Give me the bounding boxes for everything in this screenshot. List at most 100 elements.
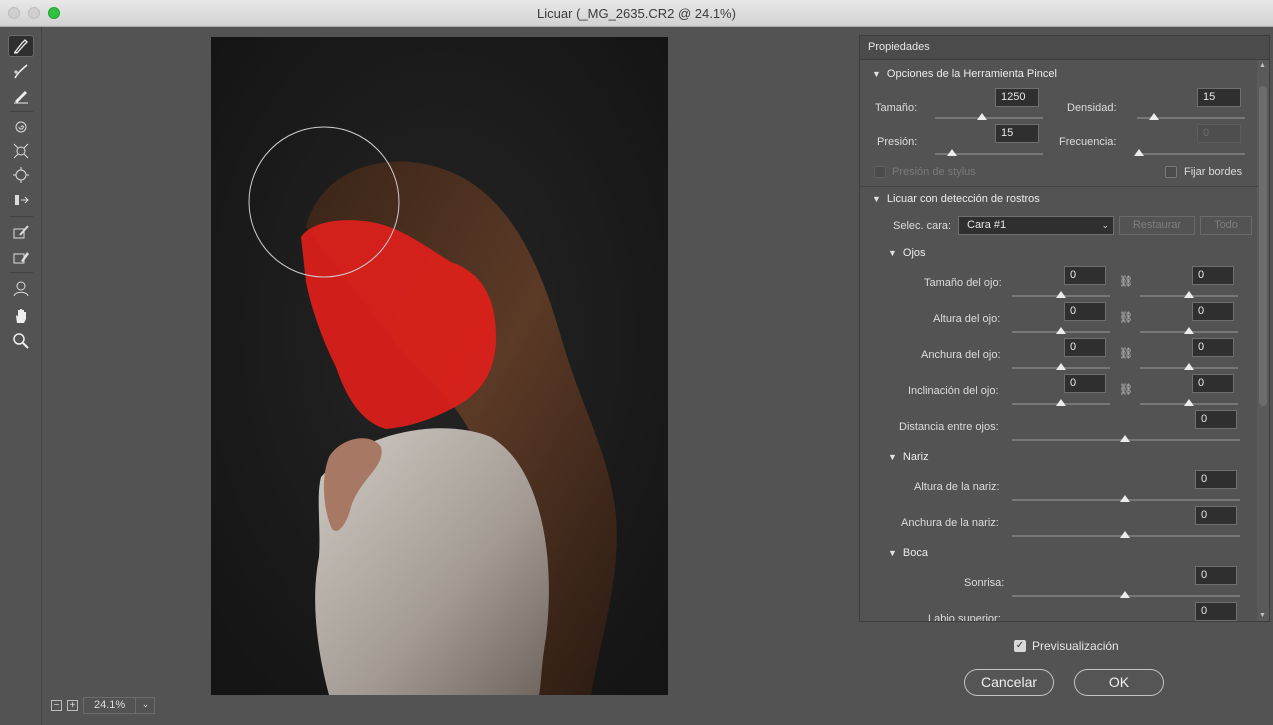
eye-height-left-input[interactable]: 0: [1064, 302, 1106, 321]
eye-distance-thumb[interactable]: [1120, 435, 1130, 442]
eye-size-left-input[interactable]: 0: [1064, 266, 1106, 285]
panel-title: Propiedades: [860, 36, 1269, 60]
size-slider[interactable]: [935, 117, 1043, 119]
cancel-button[interactable]: Cancelar: [964, 669, 1054, 696]
eye-width-left-thumb[interactable]: [1056, 363, 1066, 370]
disclosure-down-icon[interactable]: ▼: [888, 452, 897, 462]
pressure-slider-thumb[interactable]: [947, 149, 957, 156]
size-input[interactable]: 1250: [995, 88, 1039, 107]
eye-width-right-input[interactable]: 0: [1192, 338, 1234, 357]
freeze-mask-icon[interactable]: [8, 221, 34, 243]
thaw-mask-icon[interactable]: [8, 246, 34, 268]
smile-thumb[interactable]: [1120, 591, 1130, 598]
size-slider-thumb[interactable]: [977, 113, 987, 120]
eye-height-right-input[interactable]: 0: [1192, 302, 1234, 321]
brush-options-header[interactable]: ▼ Opciones de la Herramienta Pincel: [872, 68, 1057, 80]
bloat-icon[interactable]: [8, 164, 34, 186]
select-face-value: Cara #1: [967, 219, 1007, 231]
eye-width-left-input[interactable]: 0: [1064, 338, 1106, 357]
disclosure-down-icon[interactable]: ▼: [888, 248, 897, 258]
smile-input[interactable]: 0: [1195, 566, 1237, 585]
tools-panel: [0, 27, 42, 725]
photo-preview[interactable]: [211, 37, 668, 695]
link-icon[interactable]: ⛓: [1119, 275, 1133, 289]
rate-slider-thumb[interactable]: [1134, 149, 1144, 156]
eye-tilt-right-thumb[interactable]: [1184, 399, 1194, 406]
panel-scrollbar[interactable]: ▲ ▼: [1257, 60, 1269, 621]
rate-input[interactable]: 0: [1197, 124, 1241, 143]
disclosure-down-icon[interactable]: ▼: [872, 194, 881, 204]
forward-warp-icon[interactable]: [8, 35, 34, 57]
eye-tilt-left-input[interactable]: 0: [1064, 374, 1106, 393]
eye-distance-label: Distancia entre ojos:: [899, 421, 999, 433]
zoom-level-value: 24.1%: [94, 699, 126, 711]
nose-height-thumb[interactable]: [1120, 495, 1130, 502]
size-label: Tamaño:: [875, 102, 918, 114]
eye-tilt-left-thumb[interactable]: [1056, 399, 1066, 406]
eye-size-right-thumb[interactable]: [1184, 291, 1194, 298]
smile-label: Sonrisa:: [964, 577, 1005, 589]
nose-header[interactable]: ▼ Nariz: [888, 451, 929, 463]
scroll-down-icon[interactable]: ▼: [1259, 612, 1266, 619]
face-aware-header[interactable]: ▼ Licuar con detección de rostros: [872, 193, 1040, 205]
stylus-pressure-checkbox[interactable]: [874, 166, 886, 178]
scroll-up-icon[interactable]: ▲: [1259, 62, 1266, 69]
eye-size-left-thumb[interactable]: [1056, 291, 1066, 298]
density-label: Densidad:: [1067, 102, 1117, 114]
ok-button[interactable]: OK: [1074, 669, 1164, 696]
upper-lip-label: Labio superior:: [928, 613, 1001, 622]
pin-edges-label: Fijar bordes: [1184, 166, 1243, 178]
link-icon[interactable]: ⛓: [1119, 383, 1133, 397]
twirl-icon[interactable]: [8, 116, 34, 138]
link-icon[interactable]: ⛓: [1119, 311, 1133, 325]
eye-height-label: Altura del ojo:: [933, 313, 1001, 325]
eye-height-left-thumb[interactable]: [1056, 327, 1066, 334]
eyes-header[interactable]: ▼ Ojos: [888, 247, 926, 259]
select-face-label: Selec. cara:: [893, 220, 952, 232]
eye-tilt-label: Inclinación del ojo:: [908, 385, 999, 397]
rate-slider[interactable]: [1137, 153, 1245, 155]
density-input[interactable]: 15: [1197, 88, 1241, 107]
preview-label: Previsualización: [1032, 639, 1119, 653]
push-left-icon[interactable]: [8, 189, 34, 211]
scroll-thumb[interactable]: [1259, 86, 1267, 406]
preview-canvas[interactable]: [43, 27, 851, 715]
zoom-icon[interactable]: [8, 330, 34, 352]
nose-width-label: Anchura de la nariz:: [901, 517, 999, 529]
mouth-header[interactable]: ▼ Boca: [888, 547, 928, 559]
pressure-input[interactable]: 15: [995, 124, 1039, 143]
reconstruct-icon[interactable]: [8, 60, 34, 82]
smooth-icon[interactable]: [8, 85, 34, 107]
pressure-label: Presión:: [877, 136, 918, 148]
pucker-icon[interactable]: [8, 140, 34, 162]
disclosure-down-icon[interactable]: ▼: [888, 548, 897, 558]
eye-tilt-right-input[interactable]: 0: [1192, 374, 1234, 393]
link-icon[interactable]: ⛓: [1119, 347, 1133, 361]
zoom-in-button[interactable]: +: [67, 700, 78, 711]
zoom-out-button[interactable]: −: [51, 700, 62, 711]
rate-label: Frecuencia:: [1059, 136, 1117, 148]
window-title: Licuar (_MG_2635.CR2 @ 24.1%): [537, 6, 736, 21]
title-bar: Licuar (_MG_2635.CR2 @ 24.1%): [0, 0, 1273, 27]
chevron-down-icon[interactable]: ⌄: [135, 697, 155, 714]
pin-edges-checkbox[interactable]: [1165, 166, 1177, 178]
select-face-dropdown[interactable]: Cara #1 ⌄: [958, 216, 1114, 235]
all-button[interactable]: Todo: [1200, 216, 1252, 235]
nose-height-input[interactable]: 0: [1195, 470, 1237, 489]
disclosure-down-icon[interactable]: ▼: [872, 69, 881, 79]
upper-lip-input[interactable]: 0: [1195, 602, 1237, 621]
eye-size-right-input[interactable]: 0: [1192, 266, 1234, 285]
nose-width-thumb[interactable]: [1120, 531, 1130, 538]
eye-width-right-thumb[interactable]: [1184, 363, 1194, 370]
nose-width-input[interactable]: 0: [1195, 506, 1237, 525]
preview-checkbox[interactable]: ✓: [1014, 640, 1026, 652]
density-slider-thumb[interactable]: [1149, 113, 1159, 120]
eye-distance-input[interactable]: 0: [1195, 410, 1237, 429]
stylus-pressure-label: Presión de stylus: [892, 166, 976, 178]
hand-icon[interactable]: [8, 305, 34, 327]
reset-button[interactable]: Restaurar: [1119, 216, 1195, 235]
zoom-bar: − + 24.1% ⌄: [43, 696, 851, 716]
eye-width-label: Anchura del ojo:: [921, 349, 1001, 361]
eye-height-right-thumb[interactable]: [1184, 327, 1194, 334]
face-tool-icon[interactable]: [8, 277, 34, 299]
